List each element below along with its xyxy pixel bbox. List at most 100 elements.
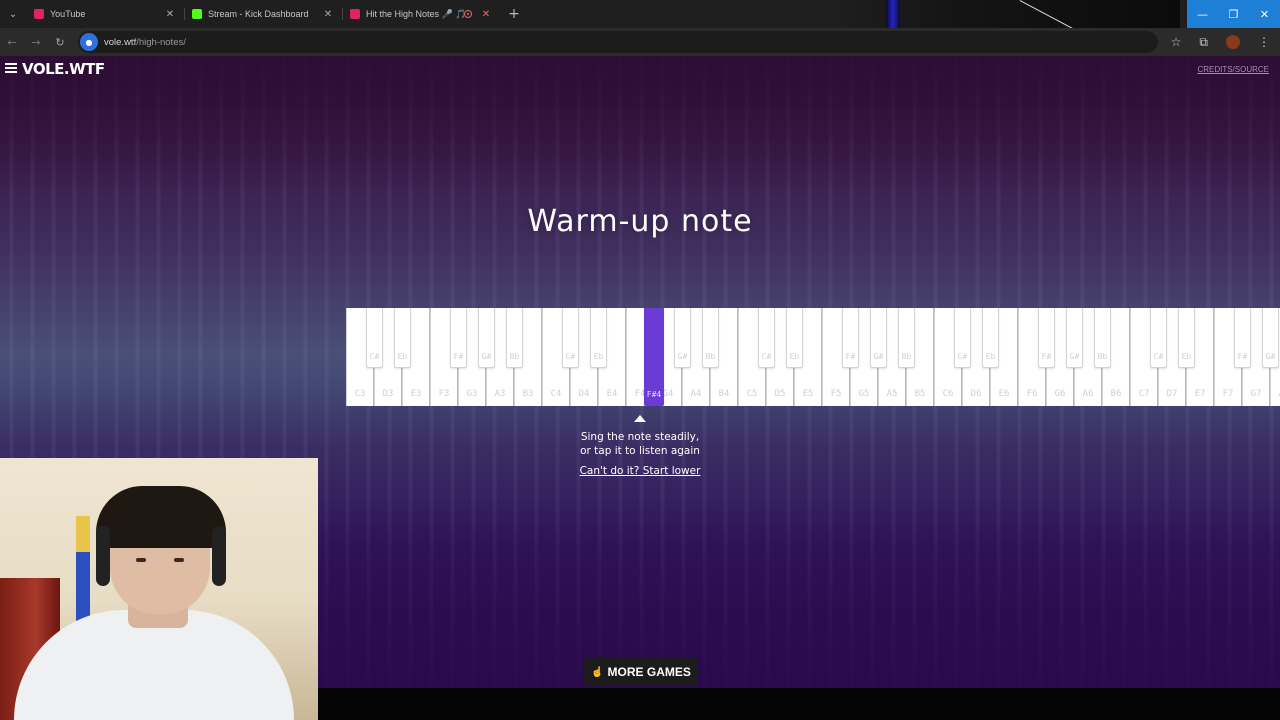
key-label: C6 <box>942 389 954 399</box>
key-label: Bb <box>509 352 520 361</box>
piano-black-key[interactable]: G# <box>674 308 691 368</box>
recording-indicator-icon <box>464 10 472 18</box>
key-label: F3 <box>438 389 450 399</box>
piano-black-key[interactable]: F# <box>1038 308 1055 368</box>
key-label: F# <box>1237 352 1248 361</box>
key-label: F7 <box>1222 389 1234 399</box>
piano-black-key[interactable]: Bb <box>898 308 915 368</box>
key-label: A7 <box>1271 389 1280 399</box>
piano-black-key[interactable]: Eb <box>1178 308 1195 368</box>
close-tab-icon[interactable]: ✕ <box>480 9 492 20</box>
key-label: C# <box>565 352 576 361</box>
minimize-button[interactable]: — <box>1187 0 1218 28</box>
piano-black-key[interactable]: Eb <box>394 308 411 368</box>
tab-title: Hit the High Notes 🎤 🎵 <box>366 8 464 19</box>
piano-black-key[interactable]: C# <box>562 308 579 368</box>
instruction-text: Sing the note steadily, or tap it to lis… <box>0 430 1280 458</box>
webcam-eye-left <box>136 558 146 562</box>
key-label: A4 <box>690 389 702 399</box>
key-label: G6 <box>1054 389 1066 399</box>
more-games-label: MORE GAMES <box>607 665 691 679</box>
tab-search-chevron-icon[interactable]: ⌄ <box>0 0 26 28</box>
piano-black-key[interactable]: F#4 <box>644 308 664 406</box>
window-controls: — ❐ ✕ <box>1187 0 1280 28</box>
piano-black-key[interactable]: F# <box>450 308 467 368</box>
key-label: F# <box>1041 352 1052 361</box>
key-label: B3 <box>522 389 534 399</box>
key-label: E5 <box>802 389 814 399</box>
piano-black-key[interactable]: C# <box>954 308 971 368</box>
key-label: Eb <box>789 352 800 361</box>
key-label: A3 <box>494 389 506 399</box>
key-label: C# <box>761 352 772 361</box>
piano-black-key[interactable]: Bb <box>702 308 719 368</box>
piano-black-key[interactable]: G# <box>478 308 495 368</box>
extensions-puzzle-icon[interactable]: ⧉ <box>1199 35 1208 50</box>
forward-arrow-icon[interactable]: → <box>24 28 48 56</box>
piano-black-key[interactable]: G# <box>1262 308 1279 368</box>
key-label: D4 <box>578 389 590 399</box>
new-tab-button[interactable]: + <box>500 6 528 22</box>
kick-favicon-icon <box>192 9 202 19</box>
page-title: Warm-up note <box>527 204 753 239</box>
close-tab-icon[interactable]: ✕ <box>164 9 176 20</box>
piano-black-key[interactable]: C# <box>758 308 775 368</box>
piano-black-key[interactable]: Bb <box>506 308 523 368</box>
bookmark-star-icon[interactable]: ☆ <box>1171 35 1182 49</box>
piano-black-key[interactable]: Bb <box>1094 308 1111 368</box>
key-label: D6 <box>970 389 982 399</box>
key-label: C5 <box>746 389 758 399</box>
close-window-button[interactable]: ✕ <box>1249 0 1280 28</box>
tab-high-notes[interactable]: Hit the High Notes 🎤 🎵 ✕ <box>342 0 500 28</box>
url-field[interactable]: ● vole.wtf/high-notes/ <box>78 31 1158 53</box>
key-label: G3 <box>466 389 478 399</box>
browser-toolbar-right: ☆ ⧉ ⋮ <box>1171 28 1270 56</box>
key-label: G# <box>481 352 492 361</box>
key-label: Eb <box>985 352 996 361</box>
more-games-button[interactable]: ☝ MORE GAMES <box>584 658 698 686</box>
back-arrow-icon[interactable]: ← <box>0 28 24 56</box>
microphone-permission-icon[interactable]: ● <box>80 33 98 51</box>
webcam-overlay <box>0 458 318 720</box>
key-label: A6 <box>1082 389 1094 399</box>
key-label: G7 <box>1250 389 1262 399</box>
piano-black-key[interactable]: C# <box>366 308 383 368</box>
key-label: E7 <box>1194 389 1206 399</box>
key-label: A5 <box>886 389 898 399</box>
piano-black-key[interactable]: G# <box>1066 308 1083 368</box>
site-header: VOLE.WTF CREDITS/SOURCE <box>0 56 1280 84</box>
key-label: D5 <box>774 389 786 399</box>
key-label: C3 <box>354 389 366 399</box>
hamburger-menu-icon[interactable] <box>5 63 17 73</box>
key-label: G# <box>1265 352 1276 361</box>
bottom-bar <box>318 688 1280 720</box>
key-label: F# <box>453 352 464 361</box>
piano-black-key[interactable]: Eb <box>786 308 803 368</box>
key-label: F6 <box>1026 389 1038 399</box>
browser-menu-icon[interactable]: ⋮ <box>1258 35 1270 49</box>
instruction-line-1: Sing the note steadily, <box>580 431 700 443</box>
piano-black-key[interactable]: Eb <box>982 308 999 368</box>
piano-black-key[interactable]: C# <box>1150 308 1167 368</box>
key-label: G# <box>677 352 688 361</box>
tab-title: YouTube <box>50 9 86 19</box>
tab-kick-dashboard[interactable]: Stream - Kick Dashboard ✕ <box>184 0 342 28</box>
youtube-favicon-icon <box>34 9 44 19</box>
restore-button[interactable]: ❐ <box>1218 0 1249 28</box>
reload-icon[interactable]: ↻ <box>48 28 72 56</box>
key-label: D3 <box>382 389 394 399</box>
credits-link[interactable]: CREDITS/SOURCE <box>1197 65 1269 74</box>
key-label: G# <box>873 352 884 361</box>
piano-black-key[interactable]: F# <box>1234 308 1251 368</box>
key-label: B5 <box>914 389 926 399</box>
piano-black-key[interactable]: G# <box>870 308 887 368</box>
headphone-right <box>212 526 226 586</box>
key-label: Eb <box>593 352 604 361</box>
key-label: B4 <box>718 389 730 399</box>
piano-black-key[interactable]: Eb <box>590 308 607 368</box>
profile-avatar[interactable] <box>1226 35 1240 49</box>
site-logo[interactable]: VOLE.WTF <box>22 60 105 78</box>
piano-black-key[interactable]: F# <box>842 308 859 368</box>
tab-youtube[interactable]: YouTube ✕ <box>26 0 184 28</box>
close-tab-icon[interactable]: ✕ <box>322 9 334 20</box>
